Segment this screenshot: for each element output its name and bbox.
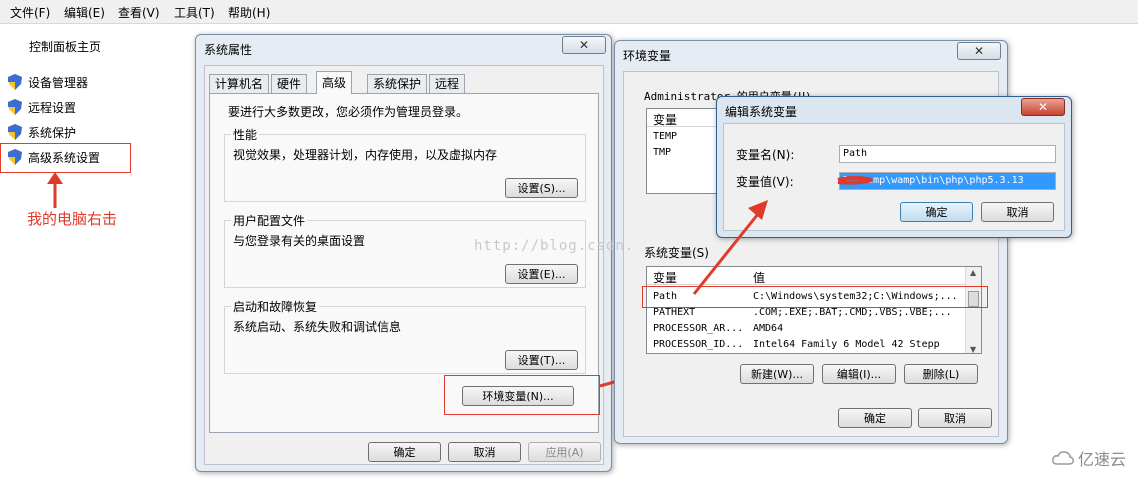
- var-name: TMP: [653, 147, 672, 158]
- group-label: 启动和故障恢复: [231, 298, 320, 315]
- group-label: 性能: [231, 126, 260, 143]
- tab-computer-name[interactable]: 计算机名: [209, 74, 270, 94]
- menu-file[interactable]: 文件(F): [10, 4, 50, 21]
- brand-logo: 亿速云: [1052, 446, 1126, 470]
- control-panel-sidebar: 控制面板主页 设备管理器 远程设置 系统保护 高级系统设置: [0, 24, 195, 479]
- var-value: AMD64: [753, 323, 784, 334]
- ok-button[interactable]: 确定: [900, 202, 973, 222]
- var-name: TEMP: [653, 131, 678, 142]
- cancel-button[interactable]: 取消: [981, 202, 1054, 222]
- table-row[interactable]: PROCESSOR_ID... Intel64 Family 6 Model 42…: [647, 337, 965, 353]
- startup-recovery-group: 启动和故障恢复 系统启动、系统失败和调试信息 设置(T)...: [224, 298, 586, 374]
- tab-system-protection[interactable]: 系统保护: [367, 74, 428, 94]
- var-value: .COM;.EXE;.BAT;.CMD;.VBS;.VBE;...: [753, 307, 952, 318]
- tab-remote[interactable]: 远程: [429, 74, 466, 94]
- menu-help[interactable]: 帮助(H): [228, 4, 270, 21]
- group-description: 视觉效果，处理器计划，内存使用，以及虚拟内存: [233, 148, 498, 162]
- watermark-text: http://blog.csdn.: [474, 238, 635, 254]
- menu-view[interactable]: 查看(V): [118, 4, 160, 21]
- cancel-button[interactable]: 取消: [918, 408, 992, 428]
- performance-settings-button[interactable]: 设置(S)...: [505, 178, 578, 198]
- control-panel-home-link[interactable]: 控制面板主页: [29, 38, 101, 55]
- variable-name-input[interactable]: Path: [839, 145, 1056, 163]
- variable-value-label: 变量值(V):: [736, 175, 794, 189]
- user-profile-group: 用户配置文件 与您登录有关的桌面设置 设置(E)...: [224, 212, 586, 288]
- scroll-up-icon[interactable]: ▲: [970, 268, 976, 277]
- new-button[interactable]: 新建(W)...: [740, 364, 814, 384]
- performance-group: 性能 视觉效果，处理器计划，内存使用，以及虚拟内存 设置(S)...: [224, 126, 586, 202]
- sidebar-item-label: 远程设置: [28, 100, 77, 115]
- var-name: PROCESSOR_AR...: [653, 323, 744, 334]
- var-value: Intel64 Family 6 Model 42 Stepp: [753, 339, 940, 350]
- menu-edit[interactable]: 编辑(E): [64, 4, 105, 21]
- var-name: PATHEXT: [653, 307, 696, 318]
- tab-advanced[interactable]: 高级: [316, 71, 353, 94]
- dialog-client-area: 计算机名 硬件 高级 系统保护 远程 要进行大多数更改，您必须作为管理员登录。 …: [204, 65, 604, 465]
- annotation-arrow-icon: [47, 172, 63, 208]
- shield-icon: [8, 99, 22, 115]
- annotation-scribble-icon: [837, 176, 873, 185]
- close-icon[interactable]: ✕: [1021, 98, 1065, 116]
- menu-tools[interactable]: 工具(T): [174, 4, 215, 21]
- dialog-client-area: 变量名(N): Path 变量值(V): D:\wamp\wamp\bin\ph…: [723, 123, 1065, 231]
- profile-settings-button[interactable]: 设置(E)...: [505, 264, 578, 284]
- apply-button[interactable]: 应用(A): [528, 442, 601, 462]
- menu-bar: 文件(F) 编辑(E) 查看(V) 工具(T) 帮助(H): [0, 0, 1138, 24]
- tab-panel: 要进行大多数更改，您必须作为管理员登录。 性能 视觉效果，处理器计划，内存使用，…: [209, 93, 600, 433]
- group-description: 系统启动、系统失败和调试信息: [233, 320, 402, 334]
- annotation-text: 我的电脑右击: [27, 210, 118, 228]
- close-icon[interactable]: ✕: [957, 42, 1001, 60]
- sidebar-item-remote-settings[interactable]: 远程设置: [8, 96, 76, 118]
- window-title: 环境变量: [623, 49, 672, 63]
- scroll-down-icon[interactable]: ▼: [970, 345, 976, 353]
- shield-icon: [8, 74, 22, 90]
- variable-name-label: 变量名(N):: [736, 148, 795, 162]
- sidebar-item-label: 系统保护: [28, 125, 77, 140]
- sidebar-item-system-protection[interactable]: 系统保护: [8, 121, 76, 143]
- column-header: 变量: [653, 113, 678, 127]
- sidebar-item-device-manager[interactable]: 设备管理器: [8, 71, 88, 93]
- var-name: PROCESSOR_ID...: [653, 339, 744, 350]
- window-title: 系统属性: [204, 43, 253, 57]
- admin-note: 要进行大多数更改，您必须作为管理员登录。: [228, 105, 469, 119]
- window-title: 编辑系统变量: [725, 105, 798, 119]
- startup-settings-button[interactable]: 设置(T)...: [505, 350, 578, 370]
- sidebar-item-label: 设备管理器: [28, 75, 89, 90]
- group-description: 与您登录有关的桌面设置: [233, 234, 366, 248]
- annotation-arrow-icon: [692, 200, 768, 295]
- logo-text: 亿速云: [1078, 450, 1127, 469]
- cloud-icon: [1052, 451, 1074, 465]
- table-row[interactable]: PROCESSOR_AR... AMD64: [647, 321, 965, 337]
- ok-button[interactable]: 确定: [368, 442, 441, 462]
- group-label: 用户配置文件: [231, 212, 308, 229]
- ok-button[interactable]: 确定: [838, 408, 912, 428]
- close-icon[interactable]: ✕: [562, 36, 606, 54]
- edit-button[interactable]: 编辑(I)...: [822, 364, 896, 384]
- shield-icon: [8, 124, 22, 140]
- annotation-highlight-box: [0, 143, 131, 173]
- cancel-button[interactable]: 取消: [448, 442, 521, 462]
- delete-button[interactable]: 删除(L): [904, 364, 978, 384]
- column-header: 变量: [653, 271, 678, 285]
- tab-hardware[interactable]: 硬件: [271, 74, 308, 94]
- scrollbar[interactable]: ▲ ▼: [965, 267, 981, 353]
- annotation-highlight-box: [444, 375, 600, 415]
